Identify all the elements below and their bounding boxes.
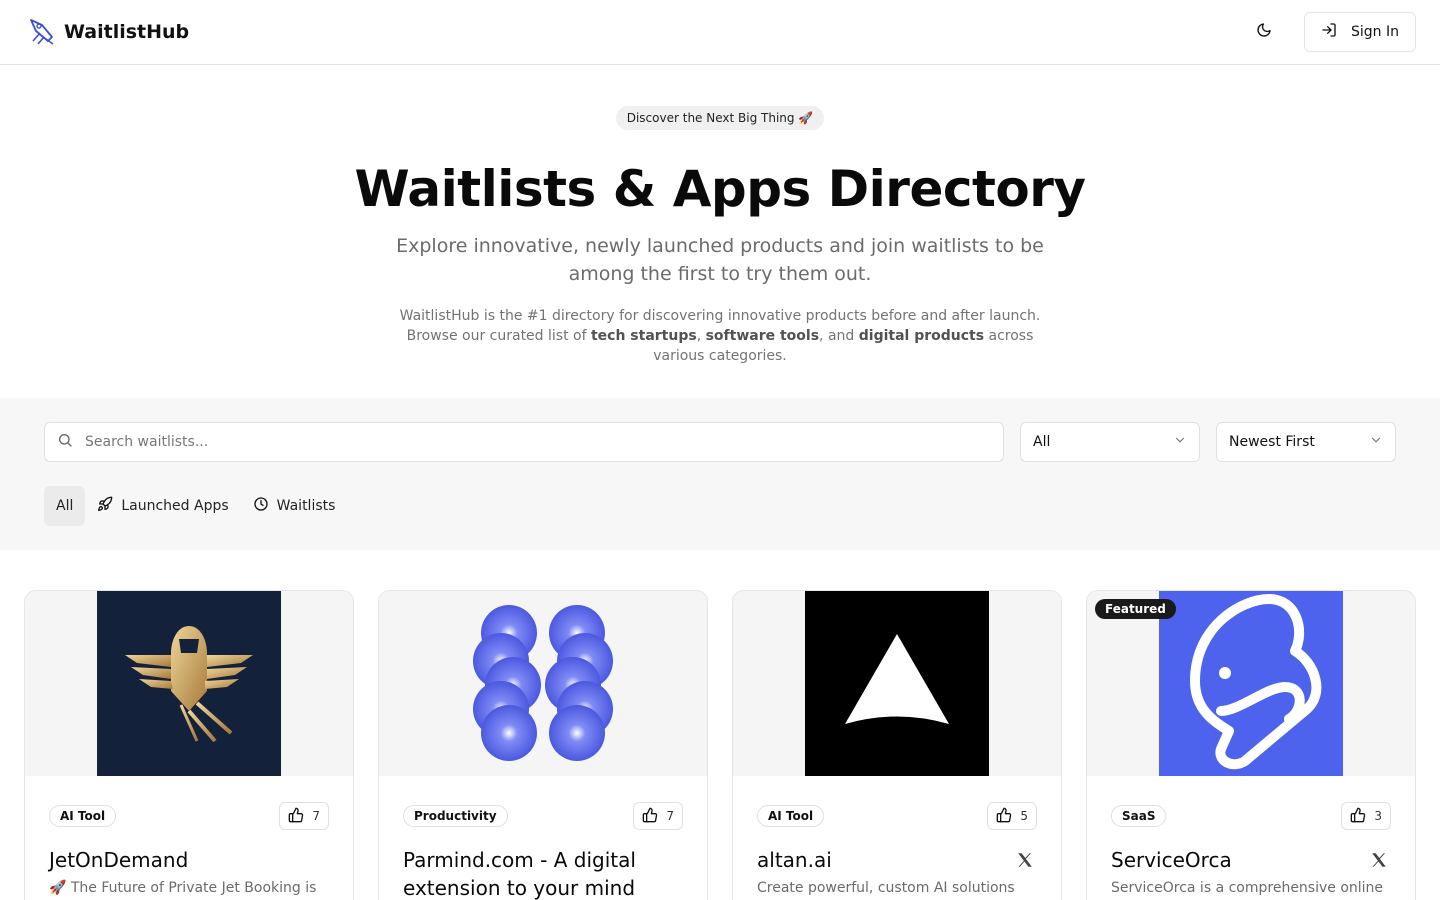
brand-name: WaitlistHub [64,21,190,43]
card-description: 🚀 The Future of Private Jet Booking is [49,880,317,896]
card-title[interactable]: ServiceOrca [1111,846,1232,874]
category-select-value: All [1033,434,1051,450]
tab-label: Waitlists [276,498,336,514]
vote-count: 7 [666,809,674,823]
search-input[interactable] [85,434,991,450]
x-social-icon[interactable] [1367,848,1391,872]
card-title[interactable]: JetOnDemand [49,846,188,874]
clock-icon [253,496,269,516]
chevron-down-icon [1369,433,1383,451]
category-badge: Productivity [403,805,508,827]
rocket-logo-icon [28,17,58,47]
vote-count: 5 [1020,809,1028,823]
sign-in-button[interactable]: Sign In [1304,12,1416,52]
tab-all[interactable]: All [44,486,86,526]
filter-bar: All Newest First All Launched Apps Wai [0,398,1440,550]
waitlist-card[interactable]: AI Tool 7 JetOnDemand 🚀 The Future of Pr… [24,590,354,900]
hero-badge: Discover the Next Big Thing 🚀 [615,106,825,130]
parmind-logo [451,591,635,776]
card-image-area [25,591,353,776]
tab-label: All [56,498,74,514]
thumbs-up-icon [642,807,658,826]
jetondemand-logo [97,591,281,776]
page-title: Waitlists & Apps Directory [354,160,1086,218]
type-tabs: All Launched Apps Waitlists [44,486,1396,526]
hero-section: Discover the Next Big Thing 🚀 Waitlists … [0,65,1440,398]
category-select[interactable]: All [1020,422,1200,462]
hero-description: WaitlistHub is the #1 directory for disc… [399,308,1041,364]
upvote-button[interactable]: 3 [1341,802,1391,830]
brand[interactable]: WaitlistHub [28,17,189,47]
card-description: ServiceOrca is a comprehensive online [1111,880,1384,896]
upvote-button[interactable]: 5 [987,802,1037,830]
theme-toggle-button[interactable] [1244,12,1284,52]
tab-label: Launched Apps [121,498,229,514]
login-icon [1321,22,1337,42]
category-badge: SaaS [1111,805,1167,827]
category-badge: AI Tool [49,805,117,827]
altan-logo [805,591,989,776]
card-image-area [733,591,1061,776]
waitlist-card[interactable]: Productivity 7 Parmind.com - A digital e… [378,590,708,900]
sort-select[interactable]: Newest First [1216,422,1396,462]
thumbs-up-icon [288,807,304,826]
tab-waitlists[interactable]: Waitlists [241,486,348,526]
waitlist-grid: AI Tool 7 JetOnDemand 🚀 The Future of Pr… [0,550,1440,900]
category-badge: AI Tool [757,805,825,827]
thumbs-up-icon [996,807,1012,826]
sort-select-value: Newest First [1229,434,1315,450]
sign-in-label: Sign In [1351,24,1399,40]
card-image-area [379,591,707,776]
rocket-icon [97,496,113,516]
tab-launched-apps[interactable]: Launched Apps [85,486,240,526]
card-title[interactable]: Parmind.com - A digital extension to you… [403,846,683,900]
vote-count: 3 [1374,809,1382,823]
upvote-button[interactable]: 7 [633,802,683,830]
top-header: WaitlistHub Sign In [0,0,1440,65]
thumbs-up-icon [1350,807,1366,826]
card-title[interactable]: altan.ai [757,846,832,874]
search-icon [57,432,73,452]
upvote-button[interactable]: 7 [279,802,329,830]
hero-subtitle: Explore innovative, newly launched produ… [396,235,1044,285]
featured-badge: Featured [1095,599,1176,619]
serviceorca-logo [1159,591,1343,776]
x-social-icon[interactable] [1013,848,1037,872]
chevron-down-icon [1173,433,1187,451]
moon-icon [1256,22,1272,42]
search-box[interactable] [44,422,1004,462]
waitlist-card[interactable]: Featured SaaS 3 ServiceOrca ServiceOrca … [1086,590,1416,900]
card-description: Create powerful, custom AI solutions [757,880,1015,896]
waitlist-card[interactable]: AI Tool 5 altan.ai Create powerful, cust… [732,590,1062,900]
vote-count: 7 [312,809,320,823]
